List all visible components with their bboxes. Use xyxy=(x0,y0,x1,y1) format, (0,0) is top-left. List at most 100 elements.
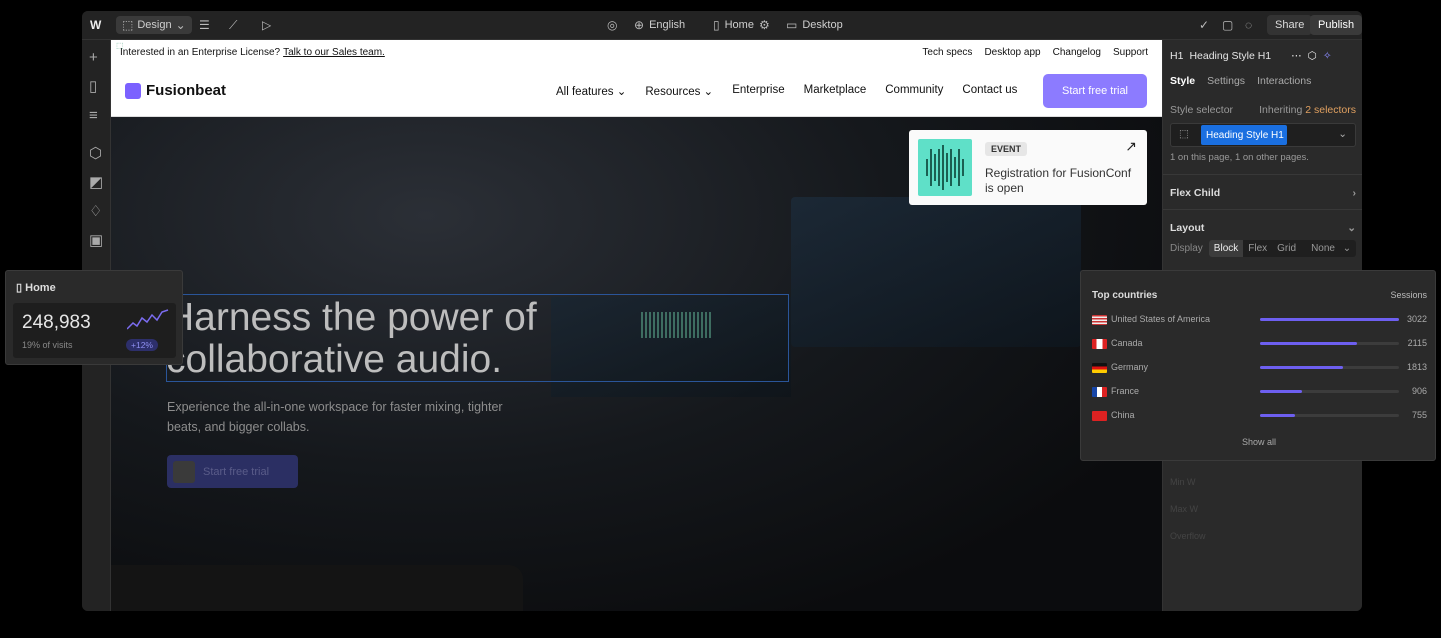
display-toggle: Block Flex Grid None ⌄ xyxy=(1208,240,1357,257)
focus-icon[interactable]: ◎ xyxy=(607,11,617,39)
country-name: Germany xyxy=(1111,362,1149,372)
assets-icon[interactable]: ▣ xyxy=(89,233,103,248)
brand-logo[interactable]: Fusionbeat xyxy=(125,82,226,99)
country-name: China xyxy=(1111,410,1135,420)
home-card-title: ▯ Home xyxy=(16,282,56,294)
visits-subtitle: 19% of visits xyxy=(22,340,73,350)
session-bar-fill xyxy=(1260,318,1399,321)
selector-add-icon[interactable]: ⬚ xyxy=(1179,128,1189,140)
event-thumbnail xyxy=(918,139,972,196)
display-grid-option[interactable]: Grid xyxy=(1272,240,1301,257)
sessions-label: Sessions xyxy=(1390,290,1427,300)
nav-item-marketplace[interactable]: Marketplace xyxy=(804,84,867,98)
session-bar-track xyxy=(1260,366,1399,369)
utility-links: Tech specs Desktop app Changelog Support xyxy=(922,47,1148,58)
globe-icon: ⊕ xyxy=(634,18,645,32)
utility-link[interactable]: Changelog xyxy=(1053,47,1101,58)
utility-link[interactable]: Support xyxy=(1113,47,1148,58)
country-row: Germany 1813 xyxy=(1092,361,1427,375)
style-selector-row: Style selector Inheriting 2 selectors xyxy=(1170,104,1356,116)
session-value: 906 xyxy=(1411,386,1427,396)
styles-icon[interactable]: ◩ xyxy=(89,175,103,190)
session-bar-fill xyxy=(1260,390,1302,393)
cursor-icon: ⬚ xyxy=(122,18,134,32)
utility-link[interactable]: Desktop app xyxy=(984,47,1040,58)
share-button[interactable]: Share xyxy=(1267,15,1313,35)
design-mode-button[interactable]: ⬚ Design ⌄ xyxy=(116,16,192,34)
page-selector[interactable]: ▯ Home ⚙ xyxy=(713,11,770,39)
locale-selector[interactable]: ⊕ English xyxy=(634,11,685,39)
waveform-icon xyxy=(173,460,195,483)
brand-logo-icon xyxy=(125,82,141,99)
countries-title: Top countries xyxy=(1092,290,1158,301)
flex-child-section[interactable]: Flex Child › xyxy=(1163,174,1362,211)
tab-interactions[interactable]: Interactions xyxy=(1257,75,1311,87)
country-name: France xyxy=(1111,386,1140,396)
pages-icon[interactable]: ▯ xyxy=(89,79,97,94)
overflow-row[interactable]: Overflow xyxy=(1170,531,1206,541)
add-icon[interactable]: + xyxy=(89,50,98,65)
design-mode-label: Design xyxy=(137,19,172,31)
hero-cta-button[interactable]: Start free trial xyxy=(167,455,298,488)
min-width-row[interactable]: Min W xyxy=(1170,477,1196,487)
site-canvas[interactable]: ⬚ Interested in an Enterprise License? T… xyxy=(111,40,1162,611)
country-row: Canada 2115 xyxy=(1092,337,1427,351)
preview-play-icon[interactable]: ▷ xyxy=(262,11,271,39)
session-bar-track xyxy=(1260,318,1399,321)
page-analytics-card[interactable]: ▯ Home 248,983 19% of visits +12% xyxy=(5,270,183,365)
session-bar-track xyxy=(1260,342,1399,345)
display-block-option[interactable]: Block xyxy=(1208,240,1244,257)
home-card-stats: 248,983 19% of visits +12% xyxy=(13,303,176,358)
utility-link[interactable]: Tech specs xyxy=(922,47,972,58)
inheriting-link[interactable]: 2 selectors xyxy=(1305,104,1356,116)
start-trial-button[interactable]: Start free trial xyxy=(1043,74,1147,108)
gear-icon[interactable]: ⚙ xyxy=(759,19,770,31)
more-icon[interactable]: ⋯ xyxy=(1291,50,1302,62)
ai-sparkle-icon[interactable]: ✧ xyxy=(1323,50,1332,62)
banner-text: Interested in an Enterprise License? xyxy=(120,46,281,58)
hero-cta-label: Start free trial xyxy=(203,465,270,478)
brand-name: Fusionbeat xyxy=(146,82,227,99)
arrow-up-right-icon[interactable]: ↗ xyxy=(1125,138,1137,155)
cms-icon[interactable]: ☰ xyxy=(199,11,210,39)
event-tag: EVENT xyxy=(985,142,1028,156)
component-icon[interactable]: ⬡ xyxy=(1308,50,1317,62)
nav-item-community[interactable]: Community xyxy=(885,84,943,98)
nav-item-resources[interactable]: Resources ⌄ xyxy=(645,84,713,98)
event-text: Registration for FusionConf is open xyxy=(985,166,1132,195)
selector-chip[interactable]: Heading Style H1 xyxy=(1201,125,1287,145)
analytics-icon[interactable]: ⟋ xyxy=(229,11,237,39)
review-icon[interactable]: ▢ xyxy=(1222,11,1233,39)
session-bar-fill xyxy=(1260,366,1344,369)
display-row: Display Block Flex Grid None ⌄ xyxy=(1170,240,1357,257)
event-card[interactable]: EVENT Registration for FusionConf is ope… xyxy=(909,130,1147,205)
chevron-down-icon[interactable]: ⌄ xyxy=(1338,128,1347,140)
hero-heading[interactable]: Harness the power of collaborative audio… xyxy=(166,297,537,381)
tab-style[interactable]: Style xyxy=(1170,75,1195,87)
publish-button[interactable]: Publish xyxy=(1310,15,1362,35)
variables-icon[interactable]: ♢ xyxy=(89,204,102,219)
country-name: Canada xyxy=(1111,338,1143,348)
webflow-logo-icon[interactable]: W xyxy=(90,11,101,39)
locale-label: English xyxy=(649,19,686,31)
session-value: 1813 xyxy=(1406,362,1427,372)
country-flag-icon xyxy=(1092,387,1107,397)
display-flex-option[interactable]: Flex xyxy=(1243,240,1272,257)
comment-icon[interactable]: ◌ xyxy=(1245,11,1252,39)
sparkline-icon xyxy=(127,309,169,330)
navigator-icon[interactable]: ≡ xyxy=(89,108,98,123)
check-icon[interactable]: ✓ xyxy=(1199,11,1209,39)
tab-settings[interactable]: Settings xyxy=(1207,75,1245,87)
components-icon[interactable]: ⬡ xyxy=(89,146,102,161)
banner-link[interactable]: Talk to our Sales team. xyxy=(283,47,385,58)
nav-item-contact[interactable]: Contact us xyxy=(962,84,1017,98)
show-all-button[interactable]: Show all xyxy=(1242,437,1276,447)
max-width-row[interactable]: Max W xyxy=(1170,504,1198,514)
country-row: China 755 xyxy=(1092,409,1427,423)
nav-item-enterprise[interactable]: Enterprise xyxy=(732,84,784,98)
announcement-banner: ⬚ Interested in an Enterprise License? T… xyxy=(111,40,1162,64)
display-none-option[interactable]: None ⌄ xyxy=(1301,240,1356,257)
breakpoint-selector[interactable]: ▭ Desktop xyxy=(786,11,843,39)
session-bar-track xyxy=(1260,390,1399,393)
nav-item-all-features[interactable]: All features ⌄ xyxy=(556,84,626,98)
